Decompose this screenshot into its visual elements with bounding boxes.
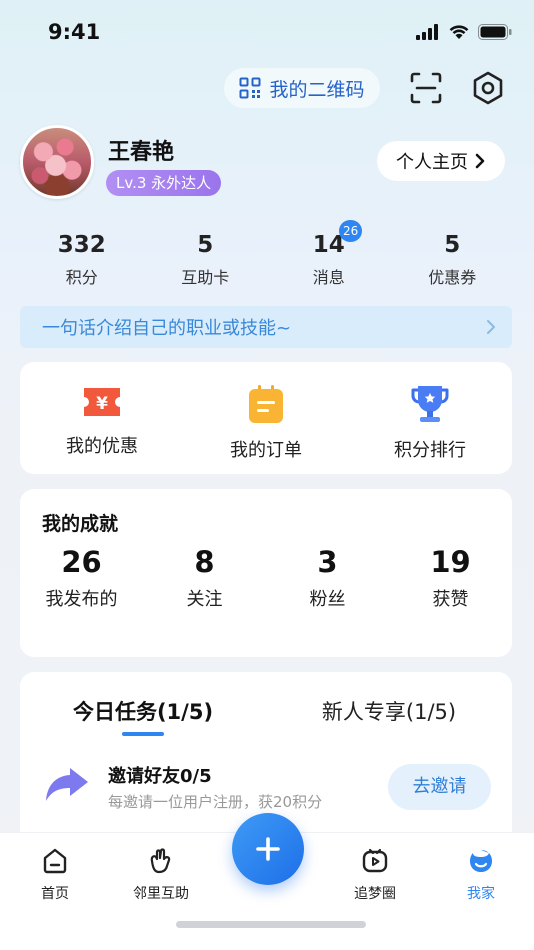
achievement-value: 26 bbox=[61, 545, 102, 579]
achievement-value: 3 bbox=[317, 545, 338, 579]
task-description: 每邀请一位用户注册，获20积分 bbox=[108, 793, 323, 811]
stat-label: 消息 bbox=[312, 268, 345, 287]
quick-action-label: 我的订单 bbox=[230, 440, 302, 461]
achievement-following[interactable]: 8 关注 bbox=[143, 545, 266, 611]
chevron-right-icon bbox=[487, 320, 495, 334]
wifi-icon bbox=[449, 25, 469, 39]
task-title: 邀请好友0/5 bbox=[108, 766, 212, 787]
nav-label: 追梦圈 bbox=[354, 886, 396, 902]
achievement-likes[interactable]: 19 获赞 bbox=[389, 545, 512, 611]
achievement-label: 我发布的 bbox=[45, 589, 118, 610]
level-badge: Lv.3 永外达人 bbox=[106, 170, 222, 196]
stat-help-cards[interactable]: 5 互助卡 bbox=[144, 230, 268, 288]
nav-home[interactable]: 首页 bbox=[10, 847, 100, 903]
stats-row: 332 积分 5 互助卡 14 消息 26 5 优惠券 bbox=[20, 220, 515, 288]
share-arrow-icon bbox=[46, 768, 88, 801]
signal-icon bbox=[416, 24, 438, 40]
achievement-label: 获赞 bbox=[432, 589, 469, 610]
scan-button[interactable] bbox=[408, 70, 444, 106]
order-icon bbox=[249, 385, 283, 423]
my-qrcode-button[interactable]: 我的二维码 bbox=[224, 68, 380, 108]
stat-label: 积分 bbox=[65, 268, 98, 287]
battery-icon bbox=[478, 24, 512, 40]
personal-homepage-label: 个人主页 bbox=[396, 152, 468, 173]
plus-icon bbox=[256, 837, 280, 861]
self-intro-bar[interactable]: 一句话介绍自己的职业或技能~ bbox=[20, 306, 512, 348]
create-post-button[interactable] bbox=[232, 813, 304, 885]
profile-icon bbox=[470, 850, 492, 872]
task-tabs: 今日任务(1/5) 新人专享(1/5) bbox=[20, 696, 512, 726]
achievement-value: 19 bbox=[430, 545, 471, 579]
achievement-fans[interactable]: 3 粉丝 bbox=[266, 545, 389, 611]
nav-label: 首页 bbox=[41, 886, 69, 902]
quick-action-label: 积分排行 bbox=[394, 440, 466, 461]
achievement-posts[interactable]: 26 我发布的 bbox=[20, 545, 143, 611]
settings-button[interactable] bbox=[470, 70, 506, 106]
my-coupons-button[interactable]: ¥ 我的优惠 bbox=[20, 362, 184, 474]
nav-neighbor-help[interactable]: 邻里互助 bbox=[116, 847, 206, 903]
chevron-right-icon bbox=[475, 153, 485, 169]
avatar[interactable] bbox=[20, 125, 94, 199]
invite-button[interactable]: 去邀请 bbox=[388, 764, 491, 810]
settings-hexagon-icon bbox=[473, 71, 503, 105]
video-circle-icon bbox=[362, 848, 388, 873]
my-orders-button[interactable]: 我的订单 bbox=[184, 362, 348, 474]
active-tab-indicator bbox=[122, 732, 164, 736]
unread-badge: 26 bbox=[339, 220, 363, 242]
stat-label: 优惠券 bbox=[428, 268, 477, 287]
help-hand-icon bbox=[150, 848, 171, 874]
my-qrcode-label: 我的二维码 bbox=[269, 78, 365, 101]
tab-today-tasks[interactable]: 今日任务(1/5) bbox=[20, 696, 266, 726]
svg-text:¥: ¥ bbox=[96, 394, 108, 414]
stat-messages[interactable]: 14 消息 26 bbox=[267, 220, 391, 288]
points-ranking-button[interactable]: 积分排行 bbox=[348, 362, 512, 474]
stat-value: 5 bbox=[197, 232, 214, 258]
home-icon bbox=[43, 848, 67, 874]
stat-value: 14 bbox=[312, 232, 345, 258]
coupon-icon: ¥ bbox=[84, 388, 120, 416]
stat-value: 332 bbox=[57, 232, 106, 258]
trophy-icon bbox=[411, 386, 449, 422]
quick-actions-card: ¥ 我的优惠 我的订单 积分排行 bbox=[20, 362, 512, 474]
stat-coupons[interactable]: 5 优惠券 bbox=[391, 230, 515, 288]
achievement-label: 关注 bbox=[186, 589, 223, 610]
quick-action-label: 我的优惠 bbox=[66, 436, 138, 457]
stat-points[interactable]: 332 积分 bbox=[20, 230, 144, 288]
nav-dream-circle[interactable]: 追梦圈 bbox=[330, 847, 420, 903]
nav-label: 邻里互助 bbox=[133, 886, 189, 902]
achievement-value: 8 bbox=[194, 545, 215, 579]
bottom-nav: 首页 邻里互助 追梦圈 我家 bbox=[0, 813, 534, 950]
achievements-card: 我的成就 26 我发布的 8 关注 3 粉丝 19 获赞 bbox=[20, 489, 512, 657]
stat-value: 5 bbox=[444, 232, 461, 258]
status-time: 9:41 bbox=[48, 20, 101, 44]
achievements-title: 我的成就 bbox=[42, 513, 119, 535]
status-icons bbox=[416, 24, 512, 40]
achievements-row: 26 我发布的 8 关注 3 粉丝 19 获赞 bbox=[20, 545, 512, 611]
qrcode-icon bbox=[239, 77, 261, 99]
stat-label: 互助卡 bbox=[181, 268, 230, 287]
nav-label: 我家 bbox=[467, 886, 495, 902]
home-indicator bbox=[176, 921, 366, 928]
achievement-label: 粉丝 bbox=[309, 589, 346, 610]
personal-homepage-button[interactable]: 个人主页 bbox=[377, 141, 505, 181]
nav-my-home[interactable]: 我家 bbox=[436, 847, 526, 903]
tab-newcomer-exclusive[interactable]: 新人专享(1/5) bbox=[266, 696, 512, 726]
scan-icon bbox=[410, 72, 442, 104]
user-name: 王春艳 bbox=[108, 140, 175, 165]
self-intro-placeholder: 一句话介绍自己的职业或技能~ bbox=[42, 318, 292, 339]
